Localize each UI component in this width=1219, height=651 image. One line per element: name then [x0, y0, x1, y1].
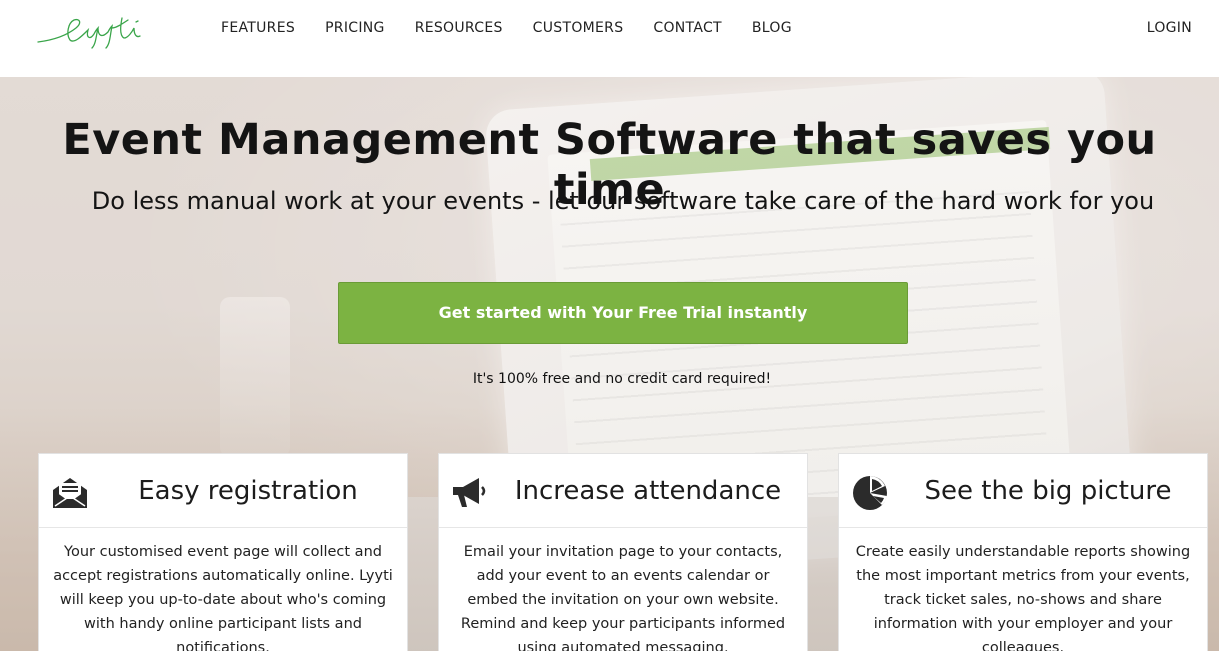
feature-card-registration: Easy registration Your customised event … — [38, 453, 408, 651]
nav-contact[interactable]: CONTACT — [653, 20, 722, 36]
feature-title: Increase attendance — [514, 476, 782, 506]
feature-card-header: See the big picture — [839, 454, 1207, 528]
feature-card-attendance: Increase attendance Email your invitatio… — [438, 453, 808, 651]
hero-section: Event Management Software that saves you… — [0, 77, 1219, 651]
pie-chart-icon — [851, 474, 889, 512]
nav-pricing[interactable]: PRICING — [325, 20, 385, 36]
free-trial-note: It's 100% free and no credit card requir… — [472, 371, 772, 387]
nav-customers[interactable]: CUSTOMERS — [533, 20, 624, 36]
feature-title: See the big picture — [924, 476, 1172, 506]
top-navigation-bar: FEATURES PRICING RESOURCES CUSTOMERS CON… — [0, 0, 1219, 77]
feature-card-header: Increase attendance — [439, 454, 807, 528]
feature-text: Email your invitation page to your conta… — [460, 544, 786, 651]
feature-card-header: Easy registration — [39, 454, 407, 528]
nav-features[interactable]: FEATURES — [221, 20, 295, 36]
feature-card-reports: See the big picture Create easily unders… — [838, 453, 1208, 651]
free-trial-button[interactable]: Get started with Your Free Trial instant… — [338, 282, 908, 344]
nav-blog[interactable]: BLOG — [752, 20, 792, 36]
feature-text: Your customised event page will collect … — [53, 544, 393, 651]
envelope-icon — [51, 474, 89, 512]
megaphone-icon — [451, 474, 489, 512]
lyyti-logo[interactable] — [36, 14, 186, 50]
nav-resources[interactable]: RESOURCES — [415, 20, 503, 36]
hero-subtitle: Do less manual work at your events - let… — [91, 187, 1155, 215]
feature-text: Create easily understandable reports sho… — [855, 544, 1191, 651]
login-link[interactable]: LOGIN — [1147, 20, 1192, 36]
feature-title: Easy registration — [138, 476, 358, 506]
main-nav: FEATURES PRICING RESOURCES CUSTOMERS CON… — [221, 20, 822, 36]
